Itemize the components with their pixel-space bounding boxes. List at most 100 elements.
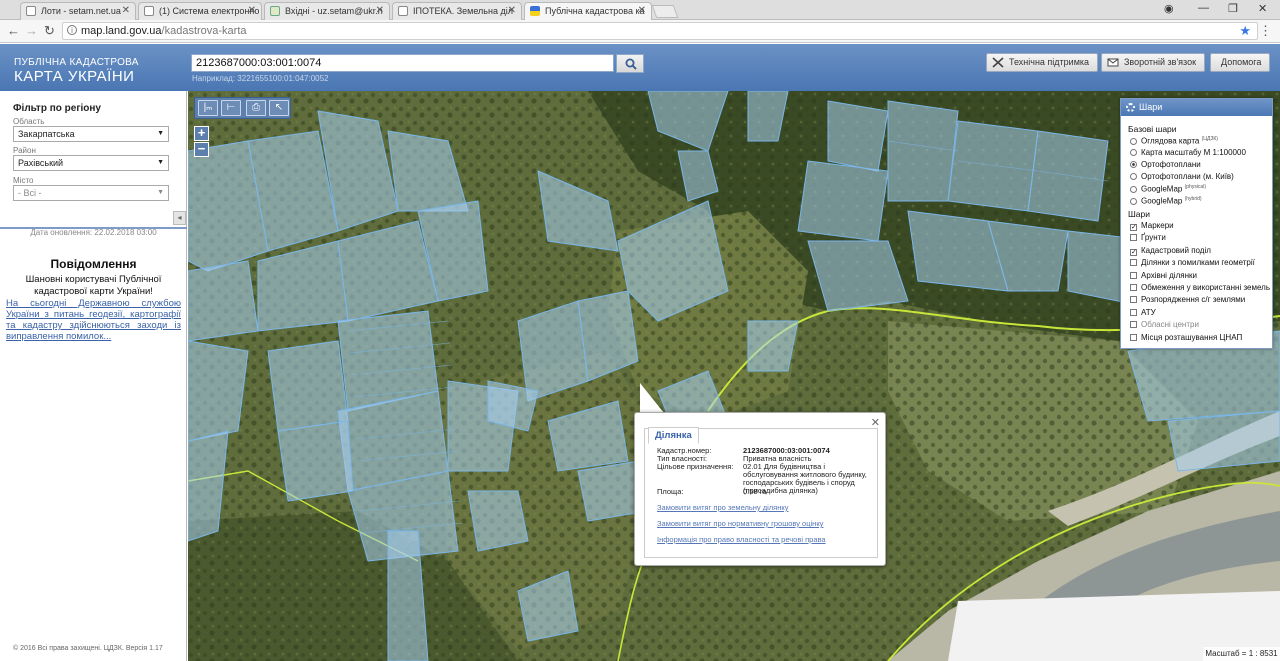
restore-icon[interactable]: ❐ [1228,2,1238,15]
close-icon[interactable]: ✕ [122,3,130,19]
overlay-layer-label: Місця розташування ЦНАП [1141,332,1243,342]
close-icon[interactable]: ✕ [248,3,256,19]
checkbox-icon[interactable] [1130,284,1137,291]
overlay-layer-label: Архівні ділянки [1141,270,1197,280]
flag-icon [530,6,540,16]
district-select[interactable]: Рахівський ▼ [13,155,169,171]
profile-icon[interactable]: ◉ [1164,2,1174,15]
base-layer-label: Карта масштабу М 1:100000 [1141,148,1246,157]
order-parcel-extract-link[interactable]: Замовити витяг про земельну ділянку [657,503,789,512]
purpose-label: Цільове призначення: [657,462,734,471]
print-icon[interactable]: ⎙ [246,100,266,116]
base-layer-option[interactable]: Карта масштабу М 1:100000 [1130,148,1246,157]
region-label: Область [13,117,45,126]
browser-tab-3[interactable]: Вхідні - uz.setam@ukr.n ✕ [264,2,390,20]
envelope-icon [1107,58,1119,67]
order-valuation-extract-link[interactable]: Замовити витяг про нормативну грошову оц… [657,519,823,528]
search-icon [625,58,637,70]
checkbox-icon[interactable] [1130,321,1137,329]
info-icon[interactable]: i [67,25,77,35]
overlay-layer-option[interactable]: Обласні центри [1130,320,1199,329]
base-layer-option[interactable]: GoogleMap (hybrid) [1130,196,1202,206]
radio-icon[interactable] [1130,197,1137,205]
cadastral-search-input[interactable] [191,54,614,72]
base-layer-option[interactable]: Оглядова карта (ЦДЗК) [1130,136,1218,146]
base-layer-option[interactable]: GoogleMap (physical) [1130,184,1206,194]
base-layer-option[interactable]: Ортофотоплани (м. Київ) [1130,172,1234,181]
browser-menu-icon[interactable]: ⋮ [1259,23,1272,39]
overlay-layer-option[interactable]: Місця розташування ЦНАП [1130,333,1242,342]
overlay-layer-option[interactable]: Ділянки з помилками геометрії [1130,258,1255,267]
area-label: Площа: [657,487,684,496]
overlay-layer-label: Обмеження у використанні земель [1141,283,1270,292]
shield-icon [144,6,154,16]
info-pointer-icon[interactable]: ↖ [269,100,289,116]
measure-area-icon[interactable]: ⊢ [221,100,241,116]
search-button[interactable] [616,54,644,73]
dropdown-arrow-icon: ▼ [157,189,164,196]
radio-icon[interactable] [1130,149,1137,156]
overlay-layer-label: Ґрунти [1141,233,1166,243]
base-layer-label: Ортофотоплани [1141,160,1201,169]
checkbox-icon[interactable]: ✓ [1130,248,1137,256]
bookmark-star-icon[interactable]: ★ [1239,23,1251,39]
map-view[interactable]: |ₘ ⊢ ⎙ ↖ + − Шари Базові шари Оглядова к… [188,91,1280,661]
collapse-panel-button[interactable]: ◂ [173,211,186,225]
browser-tab-1[interactable]: Лоти - setam.net.ua ✕ [20,2,136,20]
forward-icon[interactable]: → [25,23,38,39]
overlay-layer-option[interactable]: ✓ Кадастровий поділ [1130,246,1211,256]
overlay-layer-option[interactable]: АТУ [1130,308,1156,317]
district-label: Район [13,146,36,155]
radio-icon[interactable] [1130,173,1137,180]
city-select[interactable]: - Всі - ▼ [13,185,169,201]
checkbox-icon[interactable] [1130,234,1137,242]
checkbox-icon[interactable] [1130,333,1137,341]
help-button[interactable]: Допомога [1210,53,1271,72]
overlay-layer-option[interactable]: Ґрунти [1130,233,1166,242]
overlay-layer-option[interactable]: Архівні ділянки [1130,271,1197,280]
layers-header[interactable]: Шари [1121,99,1272,116]
orthophoto-map [188,91,1280,661]
left-panel: Фільтр по регіону Область Закарпатська ▼ … [0,91,187,661]
radio-icon[interactable] [1130,137,1137,145]
close-icon[interactable]: ✕ [508,3,516,19]
tab-parcel[interactable]: Ділянка [648,427,699,444]
radio-icon[interactable] [1130,185,1137,193]
tech-support-button[interactable]: Технічна підтримка [986,53,1099,72]
base-layer-note: (physical) [1184,184,1206,190]
minimize-icon[interactable]: — [1198,2,1209,14]
logo-line-2: КАРТА УКРАЇНИ [14,68,135,85]
notice-link[interactable]: На сьогодні Державною службою України з … [6,298,181,342]
gear-icon [1126,103,1135,112]
checkbox-icon[interactable]: ✓ [1130,224,1137,231]
base-layer-note: (ЦДЗК) [1201,136,1218,142]
checkbox-icon[interactable] [1130,296,1137,304]
city-label: Місто [13,176,34,185]
close-icon[interactable]: ✕ [376,3,384,19]
browser-tab-2[interactable]: (1) Система електронно ✕ [138,2,262,20]
overlay-layer-option[interactable]: Розпорядження с/г землями [1130,295,1245,304]
measure-line-icon[interactable]: |ₘ [198,100,218,116]
radio-icon[interactable] [1130,161,1137,168]
base-layer-note: (hybrid) [1184,196,1202,202]
overlay-layer-option[interactable]: ✓ Маркери [1130,221,1174,231]
document-icon [398,6,408,16]
region-select[interactable]: Закарпатська ▼ [13,126,169,142]
ownership-info-link[interactable]: Інформація про право власності та речові… [657,535,826,544]
reload-icon[interactable]: ↻ [44,23,55,39]
checkbox-icon[interactable] [1130,259,1137,267]
zoom-out-button[interactable]: − [194,142,209,157]
browser-tab-5[interactable]: Публічна кадастрова ка ✕ [524,2,652,20]
base-layer-option[interactable]: Ортофотоплани [1130,160,1201,169]
zoom-in-button[interactable]: + [194,126,209,141]
url-field[interactable]: i map.land.gov.ua/kadastrova-karta ★ [62,22,1258,40]
checkbox-icon[interactable] [1130,271,1137,279]
new-tab-button[interactable] [651,5,679,18]
close-icon[interactable]: ✕ [638,3,646,19]
close-window-icon[interactable]: ✕ [1258,2,1267,15]
checkbox-icon[interactable] [1130,308,1137,316]
back-icon[interactable]: ← [7,23,20,39]
feedback-button[interactable]: Зворотній зв'язок [1101,53,1206,72]
overlay-layer-option[interactable]: Обмеження у використанні земель [1130,283,1270,292]
browser-tab-4[interactable]: ІПОТЕКА. Земельна діл ✕ [392,2,522,20]
